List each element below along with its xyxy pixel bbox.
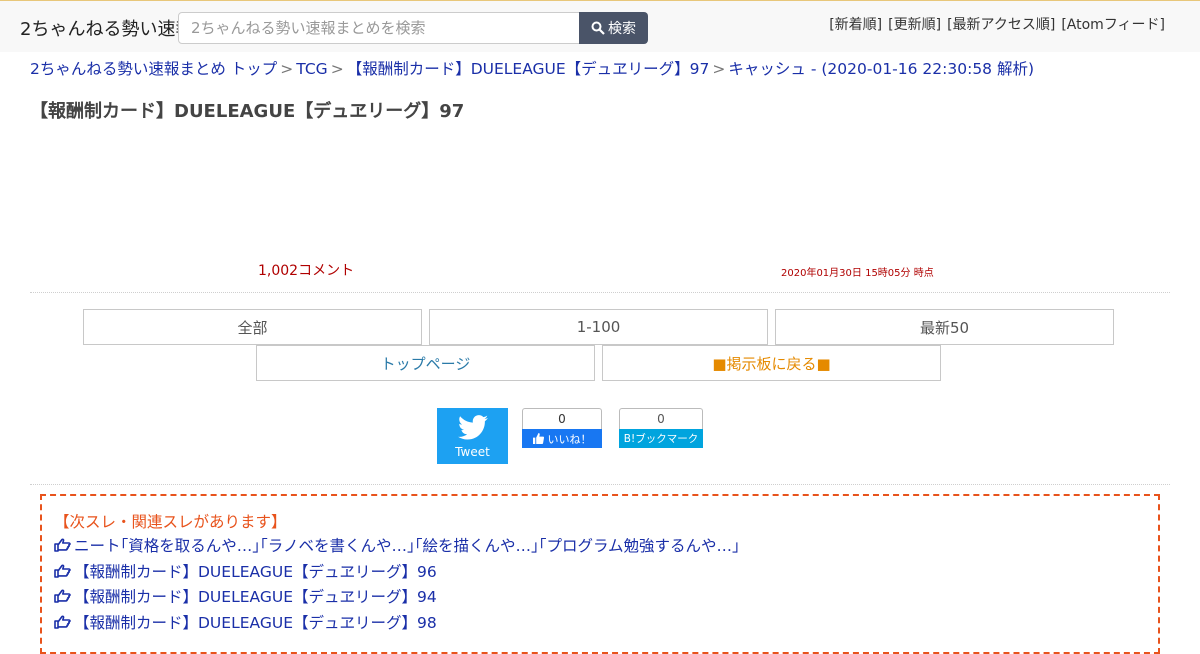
range-1-100-button[interactable]: 1-100 xyxy=(429,309,768,345)
twitter-bird-icon xyxy=(457,415,488,440)
nav-newest[interactable]: [新着順] xyxy=(829,17,882,33)
breadcrumb-separator: > xyxy=(712,60,726,78)
related-thread-link[interactable]: 【報酬制カード】DUELEAGUE【デュヱリーグ】96 xyxy=(74,560,437,582)
related-thread-item: 【報酬制カード】DUELEAGUE【デュヱリーグ】96 xyxy=(54,560,437,582)
search-button[interactable]: 検索 xyxy=(579,12,648,44)
breadcrumb-home[interactable]: 2ちゃんねる勢い速報まとめ トップ xyxy=(30,60,277,78)
breadcrumb-category[interactable]: TCG xyxy=(296,60,327,78)
divider xyxy=(30,292,1170,293)
related-threads-heading: 【次スレ・関連スレがあります】 xyxy=(54,513,287,531)
pointing-hand-icon xyxy=(54,615,71,629)
thread-title: 【報酬制カード】DUELEAGUE【デュヱリーグ】97 xyxy=(30,101,465,122)
nav-latest-access[interactable]: [最新アクセス順] xyxy=(947,17,1055,33)
hatena-bookmark-button[interactable]: B!ブックマーク xyxy=(619,429,703,448)
related-thread-link[interactable]: ニート｢資格を取るんや…｣｢ラノベを書くんや…｣｢絵を描くんや…｣｢プログラム勉… xyxy=(74,534,740,556)
back-to-board-button[interactable]: ■掲示板に戻る■ xyxy=(602,345,941,381)
show-all-button[interactable]: 全部 xyxy=(83,309,422,345)
comment-count: 1,002コメント xyxy=(258,263,355,279)
tweet-label: Tweet xyxy=(455,445,490,459)
latest-50-button[interactable]: 最新50 xyxy=(775,309,1114,345)
thumbs-up-icon xyxy=(532,433,544,444)
nav-updated[interactable]: [更新順] xyxy=(888,17,941,33)
related-thread-link[interactable]: 【報酬制カード】DUELEAGUE【デュヱリーグ】94 xyxy=(74,585,437,607)
pointing-hand-icon xyxy=(54,564,71,578)
breadcrumb-thread[interactable]: 【報酬制カード】DUELEAGUE【デュヱリーグ】97 xyxy=(347,60,710,78)
facebook-like-count: 0 xyxy=(522,408,602,429)
tweet-button[interactable]: Tweet xyxy=(437,408,508,464)
breadcrumb-separator: > xyxy=(330,60,344,78)
related-threads-box: 【次スレ・関連スレがあります】 ニート｢資格を取るんや…｣｢ラノベを書くんや…｣… xyxy=(40,494,1160,654)
search-input[interactable] xyxy=(178,12,580,44)
hatena-bookmark-widget[interactable]: 0 B!ブックマーク xyxy=(619,408,703,448)
breadcrumb-separator: > xyxy=(280,60,294,78)
breadcrumb-cache[interactable]: キャッシュ - (2020-01-16 22:30:58 解析) xyxy=(728,60,1034,78)
breadcrumb: 2ちゃんねる勢い速報まとめ トップ > TCG > 【報酬制カード】DUELEAGUE【… xyxy=(30,57,1034,79)
facebook-like-button[interactable]: いいね！ xyxy=(522,429,602,448)
facebook-like-widget[interactable]: 0 いいね！ xyxy=(522,408,602,448)
related-thread-item: 【報酬制カード】DUELEAGUE【デュヱリーグ】94 xyxy=(54,585,437,607)
hatena-bookmark-count: 0 xyxy=(619,408,703,429)
pointing-hand-icon xyxy=(54,589,71,603)
divider xyxy=(30,484,1170,485)
top-nav: [新着順] [更新順] [最新アクセス順] [Atomフィード] xyxy=(823,14,1165,34)
search-button-label: 検索 xyxy=(608,21,636,37)
magnifier-icon xyxy=(591,21,605,35)
site-header: 2ちゃんねる勢い速報まとめ 検索 [新着順] [更新順] [最新アクセス順] [Ato… xyxy=(0,0,1200,52)
facebook-like-label: いいね！ xyxy=(547,432,592,446)
snapshot-timestamp: 2020年01月30日 15時05分 時点 xyxy=(781,268,934,279)
pointing-hand-icon xyxy=(54,538,71,552)
related-thread-item: ニート｢資格を取るんや…｣｢ラノベを書くんや…｣｢絵を描くんや…｣｢プログラム勉… xyxy=(54,534,740,556)
top-page-button[interactable]: トップページ xyxy=(256,345,595,381)
nav-atom-feed[interactable]: [Atomフィード] xyxy=(1061,17,1165,33)
site-title[interactable]: 2ちゃんねる勢い速報まとめ xyxy=(20,15,180,41)
